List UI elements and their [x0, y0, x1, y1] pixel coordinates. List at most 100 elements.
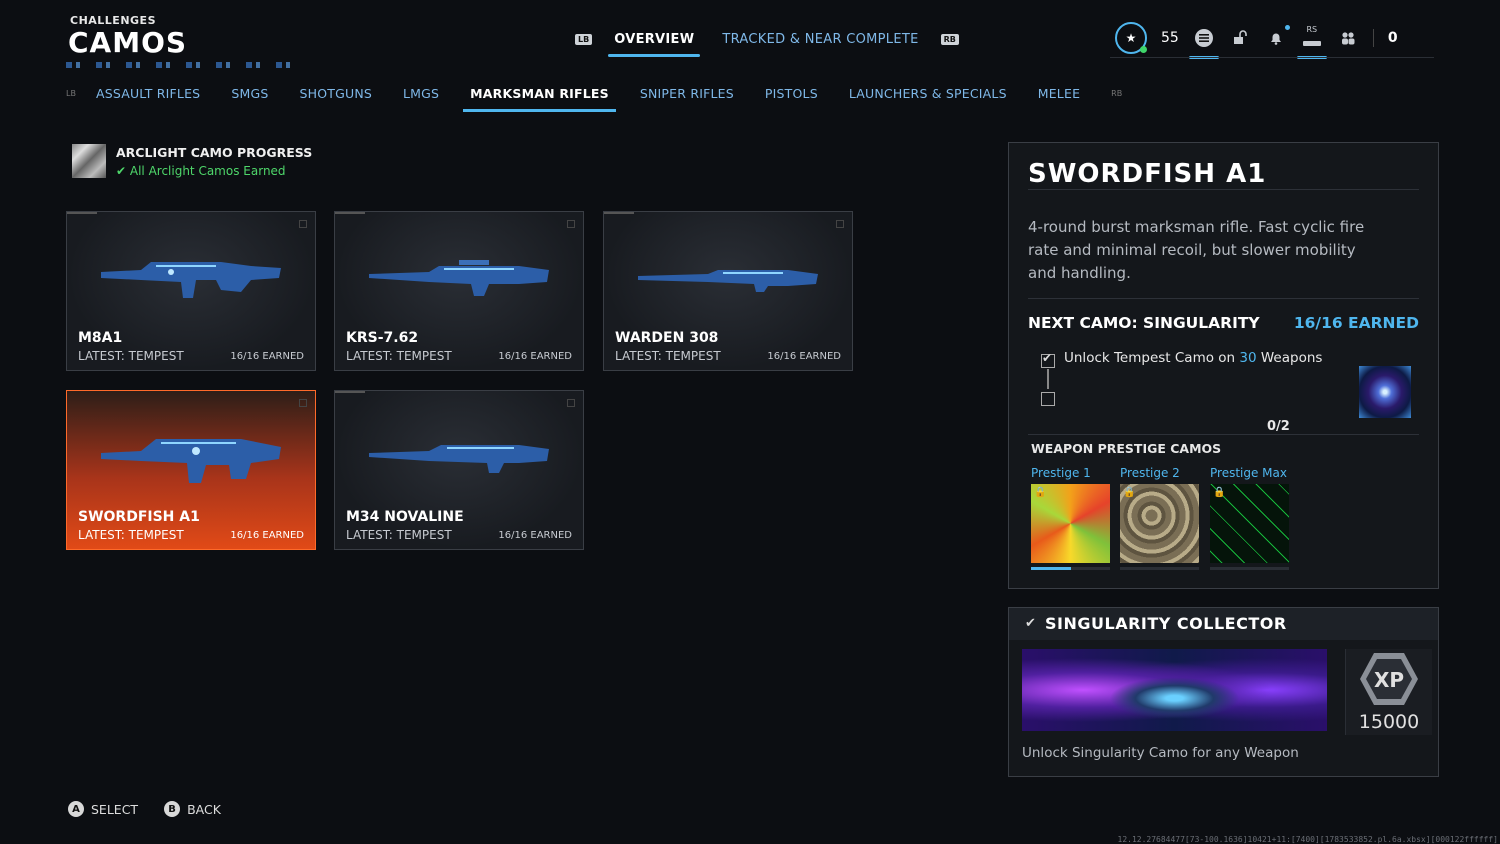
- rb-bumper-icon[interactable]: RB: [940, 34, 959, 45]
- collector-reward-image: [1022, 649, 1327, 731]
- task-description: Unlock Tempest Camo on 30 Weapons: [1064, 350, 1323, 366]
- weapon-image-warden-308: [638, 270, 818, 292]
- task-checkbox-empty: [1041, 392, 1055, 406]
- category-pistols[interactable]: PISTOLS: [765, 86, 818, 101]
- tab-tracked-near-complete[interactable]: TRACKED & NEAR COMPLETE: [716, 30, 924, 49]
- lock-icon: 🔒: [1123, 487, 1136, 498]
- category-shotguns[interactable]: SHOTGUNS: [299, 86, 372, 101]
- player-level: 55: [1161, 30, 1179, 46]
- b-button-icon: B: [164, 801, 181, 817]
- xp-amount: 15000: [1358, 711, 1420, 733]
- svg-text:XP: XP: [1374, 668, 1404, 692]
- singularity-camo-thumbnail: [1359, 366, 1411, 418]
- a-button-icon: A: [68, 801, 84, 817]
- build-string: 12.12.27684477[73-100.1636]10421+11:[740…: [1117, 835, 1499, 844]
- detail-weapon-name: SWORDFISH A1: [1028, 159, 1267, 189]
- currency-count: 0: [1387, 30, 1398, 46]
- prestige-progress-bar: [1210, 567, 1289, 570]
- weapon-card-swordfish-a1[interactable]: SWORDFISH A1 LATEST: TEMPEST 16/16 EARNE…: [66, 390, 316, 550]
- category-sniper-rifles[interactable]: SNIPER RIFLES: [640, 86, 734, 101]
- weapon-latest-camo: LATEST: TEMPEST: [346, 528, 452, 542]
- weapon-image-swordfish-a1: [101, 439, 281, 483]
- weapon-name: KRS-7.62: [346, 330, 419, 346]
- card-accent: [335, 212, 365, 214]
- lock-icon: 🔒: [1213, 487, 1226, 498]
- category-rb-icon[interactable]: RB: [1111, 89, 1122, 98]
- card-accent: [604, 212, 634, 214]
- weapon-latest-camo: LATEST: TEMPEST: [615, 349, 721, 363]
- weapon-card-m34-novaline[interactable]: M34 NOVALINE LATEST: TEMPEST 16/16 EARNE…: [334, 390, 584, 550]
- weapon-latest-camo: LATEST: TEMPEST: [346, 349, 452, 363]
- collector-title: SINGULARITY COLLECTOR: [1045, 614, 1287, 633]
- weapon-card-m8a1[interactable]: M8A1 LATEST: TEMPEST 16/16 EARNED: [66, 211, 316, 371]
- weapon-latest-camo: LATEST: TEMPEST: [78, 349, 184, 363]
- prestige-progress-bar: [1031, 567, 1110, 570]
- next-camo-title: NEXT CAMO: SINGULARITY: [1028, 314, 1260, 332]
- card-corner-icon: [567, 220, 575, 228]
- rs-button-icon[interactable]: RS: [1296, 25, 1327, 59]
- weapon-name: M8A1: [78, 330, 123, 346]
- lb-bumper-icon[interactable]: LB: [575, 34, 593, 45]
- status-underline: [1110, 57, 1434, 58]
- card-corner-icon: [299, 220, 307, 228]
- category-assault-rifles[interactable]: ASSAULT RIFLES: [96, 86, 200, 101]
- status-divider: [1372, 29, 1374, 47]
- select-label: SELECT: [91, 801, 139, 817]
- social-friends-icon[interactable]: [1337, 27, 1359, 49]
- prestige-label: Prestige Max: [1210, 466, 1287, 480]
- status-bar: ★ 55 RS 0: [1115, 22, 1398, 59]
- weapon-name: M34 NOVALINE: [346, 509, 464, 525]
- prestige-camo-max[interactable]: Prestige Max 🔒: [1210, 466, 1289, 570]
- category-nav: LB ASSAULT RIFLES SMGS SHOTGUNS LMGS MAR…: [66, 86, 1142, 112]
- weapon-latest-camo: LATEST: TEMPEST: [78, 528, 184, 542]
- weapon-image-m8a1: [101, 262, 281, 298]
- card-accent: [335, 391, 365, 393]
- weapon-image-krs-762: [369, 260, 549, 296]
- divider: [1028, 434, 1419, 435]
- header-decoration: [66, 62, 306, 68]
- collector-description: Unlock Singularity Camo for any Weapon: [1022, 745, 1299, 761]
- category-melee[interactable]: MELEE: [1038, 86, 1080, 101]
- category-lmgs[interactable]: LMGS: [403, 86, 439, 101]
- weapon-name: SWORDFISH A1: [78, 509, 200, 525]
- prestige-label: Prestige 1: [1031, 466, 1091, 480]
- xp-reward: XP 15000: [1345, 649, 1432, 735]
- select-control[interactable]: A SELECT: [68, 801, 138, 817]
- weapon-card-warden-308[interactable]: WARDEN 308 LATEST: TEMPEST 16/16 EARNED: [603, 211, 853, 371]
- rank-emblem-icon[interactable]: ★: [1115, 22, 1147, 54]
- next-camo-earned: 16/16 EARNED: [1293, 314, 1419, 332]
- prestige-2-image: 🔒: [1120, 484, 1199, 563]
- weapon-earned: 16/16 EARNED: [498, 351, 572, 362]
- lock-icon: 🔒: [1034, 487, 1047, 498]
- footer-controls: A SELECT B BACK: [68, 801, 221, 817]
- card-corner-icon: [567, 399, 575, 407]
- category-lb-icon[interactable]: LB: [66, 89, 76, 98]
- menu-icon[interactable]: [1188, 27, 1219, 59]
- back-label: BACK: [187, 801, 221, 817]
- prestige-progress-bar: [1120, 567, 1199, 570]
- unlock-icon[interactable]: [1229, 27, 1251, 49]
- notification-bell-icon[interactable]: [1265, 25, 1290, 49]
- tab-overview[interactable]: OVERVIEW: [608, 30, 701, 57]
- prestige-camo-1[interactable]: Prestige 1 🔒: [1031, 466, 1110, 570]
- top-nav: LB OVERVIEW TRACKED & NEAR COMPLETE RB: [575, 30, 959, 57]
- prestige-camo-2[interactable]: Prestige 2 🔒: [1120, 466, 1199, 570]
- category-smgs[interactable]: SMGS: [231, 86, 268, 101]
- category-launchers-specials[interactable]: LAUNCHERS & SPECIALS: [849, 86, 1007, 101]
- xp-icon: XP: [1360, 653, 1418, 705]
- collector-header: ✔ SINGULARITY COLLECTOR: [1009, 608, 1438, 640]
- card-corner-icon: [299, 399, 307, 407]
- category-marksman-rifles[interactable]: MARKSMAN RIFLES: [463, 86, 616, 112]
- weapon-card-krs-762[interactable]: KRS-7.62 LATEST: TEMPEST 16/16 EARNED: [334, 211, 584, 371]
- notification-dot: [1284, 25, 1290, 30]
- divider: [1028, 189, 1419, 190]
- arclight-progress: ARCLIGHT CAMO PROGRESS ✔ All Arclight Ca…: [72, 144, 312, 178]
- back-control[interactable]: B BACK: [164, 801, 221, 817]
- prestige-label: Prestige 2: [1120, 466, 1180, 480]
- arclight-status: ✔ All Arclight Camos Earned: [116, 163, 286, 178]
- divider: [1028, 298, 1419, 299]
- card-accent: [67, 212, 97, 214]
- weapon-earned: 16/16 EARNED: [498, 530, 572, 541]
- detail-description: 4-round burst marksman rifle. Fast cycli…: [1028, 218, 1365, 282]
- weapon-earned: 16/16 EARNED: [230, 351, 304, 362]
